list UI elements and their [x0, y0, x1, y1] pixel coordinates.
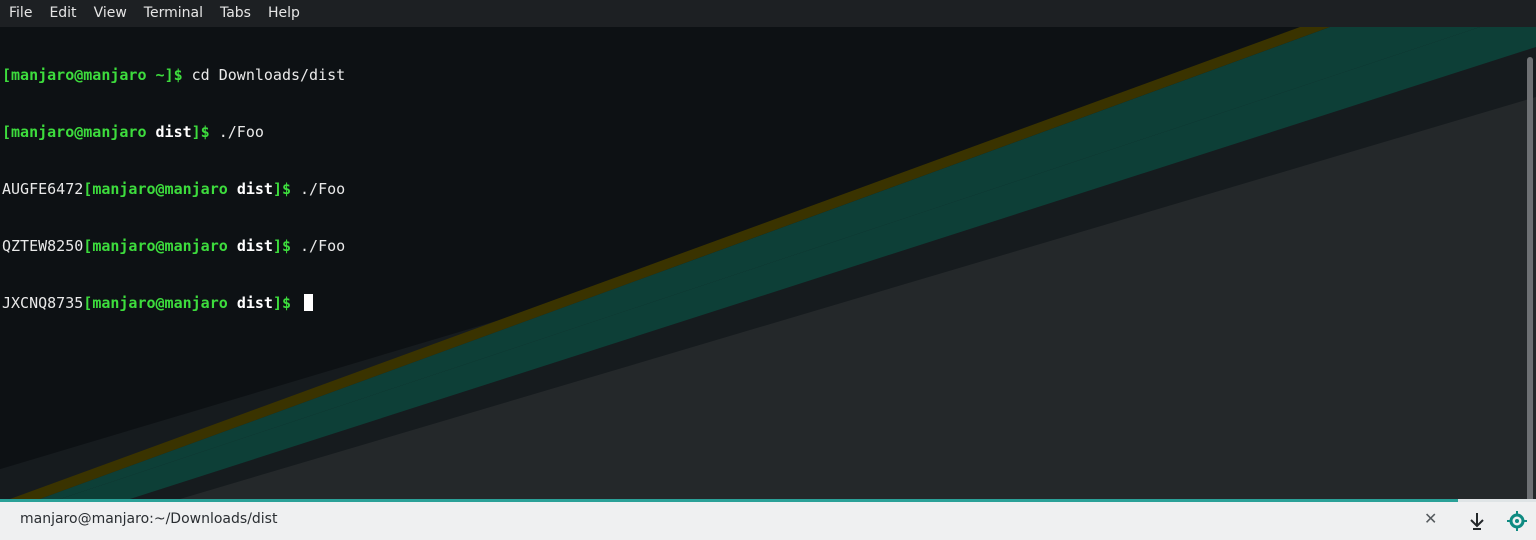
terminal-cursor [304, 294, 314, 311]
menu-terminal[interactable]: Terminal [135, 0, 211, 27]
terminal-line: QZTEW8250[manjaro@manjaro dist]$ ./Foo [2, 237, 346, 255]
terminal-scrollbar[interactable] [1527, 57, 1533, 499]
terminal-view[interactable]: [manjaro@manjaro ~]$ cd Downloads/dist [… [0, 27, 1536, 499]
close-icon[interactable]: ✕ [1424, 509, 1437, 528]
tab-bar: manjaro@manjaro:~/Downloads/dist ✕ [0, 502, 1536, 540]
terminal-line: [manjaro@manjaro dist]$ ./Foo [2, 123, 264, 141]
menu-file[interactable]: File [0, 0, 40, 27]
terminal-line: [manjaro@manjaro ~]$ cd Downloads/dist [2, 66, 346, 84]
menu-help[interactable]: Help [259, 0, 308, 27]
terminal-output: [manjaro@manjaro ~]$ cd Downloads/dist [… [2, 28, 345, 351]
terminal-line: JXCNQ8735[manjaro@manjaro dist]$ [2, 294, 345, 313]
download-arrow-icon[interactable] [1466, 510, 1488, 532]
settings-gear-icon[interactable] [1506, 510, 1528, 532]
tab-title[interactable]: manjaro@manjaro:~/Downloads/dist [20, 511, 277, 527]
menu-edit[interactable]: Edit [40, 0, 84, 27]
menu-bar: File Edit View Terminal Tabs Help [0, 0, 1536, 27]
terminal-line: AUGFE6472[manjaro@manjaro dist]$ ./Foo [2, 180, 346, 198]
menu-view[interactable]: View [85, 0, 135, 27]
menu-tabs[interactable]: Tabs [211, 0, 259, 27]
